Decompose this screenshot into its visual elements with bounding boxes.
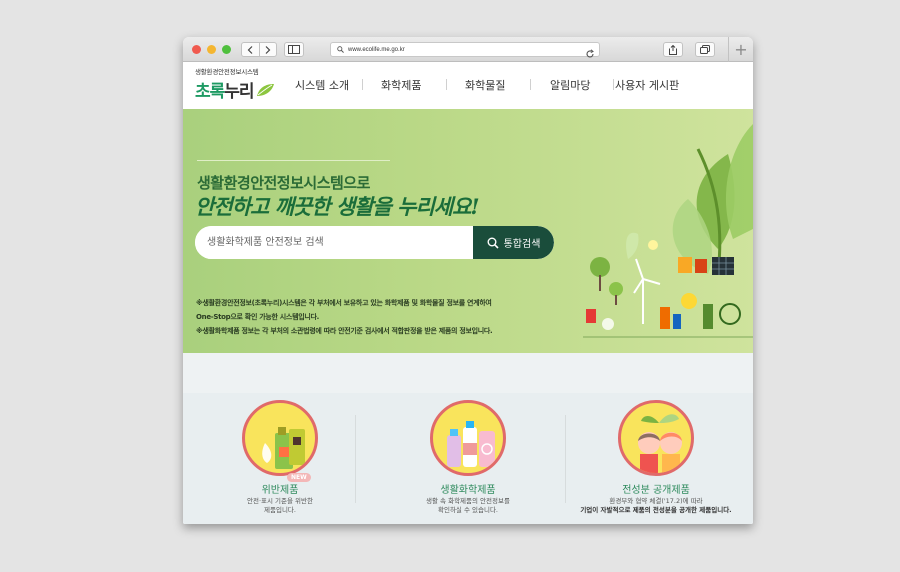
nav-item-chemical-substances[interactable]: 화학물질 <box>465 77 505 93</box>
minimize-window-button[interactable] <box>207 45 216 54</box>
leaf-icon <box>256 83 274 96</box>
logo-subtitle: 생활환경안전정보시스템 <box>195 68 259 76</box>
card-description: 안전·표시 기준을 위반한 제품입니다. <box>247 497 313 514</box>
search-button-label: 통합검색 <box>503 239 541 250</box>
tabs-icon <box>700 45 710 54</box>
card-full-ingredient-products[interactable]: 전성분 공개제품 환경부와 협약 체결('17.2)에 따라 기업이 자발적으로… <box>561 396 751 524</box>
search-input[interactable] <box>195 226 473 259</box>
section-spacer <box>183 353 753 393</box>
card-title: 위반제품 <box>261 485 299 496</box>
card-title: 생활화학제품 <box>440 485 496 496</box>
close-window-button[interactable] <box>192 45 201 54</box>
hero-slogan: 안전하고 깨끗한 생활을 누리세요! <box>195 194 480 219</box>
card-violation-products[interactable]: NEW 위반제품 안전·표시 기준을 위반한 제품입니다. <box>185 396 375 524</box>
card-description: 환경부와 협약 체결('17.2)에 따라 기업이 자발적으로 제품의 전성분을… <box>580 497 732 514</box>
hero-note-line: ※생활환경안전정보(초록누리)시스템은 각 부처에서 보유하고 있는 화학제품 … <box>196 299 492 307</box>
show-tabs-button[interactable] <box>695 42 715 57</box>
reload-button[interactable] <box>585 44 595 63</box>
nav-item-chemical-products[interactable]: 화학제품 <box>381 77 421 93</box>
children-icon <box>638 414 682 473</box>
card-image <box>618 400 694 476</box>
url-text: www.ecolife.me.go.kr <box>348 46 405 53</box>
forward-button[interactable] <box>258 43 277 56</box>
history-nav <box>241 42 277 57</box>
sidebar-icon <box>288 45 300 54</box>
chemical-bottles-icon <box>262 427 305 469</box>
nav-divider <box>530 79 531 90</box>
address-bar[interactable]: www.ecolife.me.go.kr <box>330 42 600 58</box>
household-products-icon <box>447 421 495 467</box>
logo-text-b: 누리 <box>224 82 254 102</box>
hero-divider <box>197 160 390 161</box>
card-description: 생활 속 화학제품의 안전정보를 확인하실 수 있습니다. <box>426 497 510 514</box>
chevron-right-icon <box>265 45 271 54</box>
search-icon <box>487 237 499 249</box>
card-image <box>430 400 506 476</box>
zoom-window-button[interactable] <box>222 45 231 54</box>
browser-toolbar: www.ecolife.me.go.kr + <box>183 37 753 62</box>
chevron-left-icon <box>247 45 253 54</box>
sidebar-toggle-button[interactable] <box>284 42 304 57</box>
nav-item-system-intro[interactable]: 시스템 소개 <box>295 77 349 93</box>
nav-divider <box>362 79 363 90</box>
hero-notes: ※생활환경안전정보(초록누리)시스템은 각 부처에서 보유하고 있는 화학제품 … <box>196 296 493 338</box>
nav-divider <box>446 79 447 90</box>
eco-illustration <box>583 124 753 338</box>
hero-banner: 생활환경안전정보시스템으로 안전하고 깨끗한 생활을 누리세요! 통합검색 ※생… <box>183 109 753 353</box>
card-divider <box>355 415 356 503</box>
logo-text-a: 초록 <box>195 82 225 102</box>
hero-note-line: One-Stop으로 확인 가능한 시스템입니다. <box>196 313 319 321</box>
back-button[interactable] <box>242 43 259 56</box>
card-title: 전성분 공개제품 <box>622 485 690 496</box>
integrated-search-button[interactable]: 통합검색 <box>473 226 554 259</box>
nav-item-notice[interactable]: 알림마당 <box>550 77 590 93</box>
share-button[interactable] <box>663 42 683 57</box>
site-logo[interactable]: 생활환경안전정보시스템 초록 누리 <box>195 66 275 102</box>
search-icon <box>337 46 344 53</box>
reload-icon <box>586 49 594 58</box>
nav-divider <box>613 79 614 90</box>
plus-icon: + <box>734 40 748 59</box>
site-header: 생활환경안전정보시스템 초록 누리 시스템 소개 화학제품 화학물질 알림마당 … <box>183 62 753 109</box>
browser-window: www.ecolife.me.go.kr + 생활환경안전정보시스템 초록 누리 <box>183 37 753 524</box>
hero-note-line: ※생활화학제품 정보는 각 부처의 소관법령에 따라 안전기준 검사에서 적합판… <box>196 327 493 335</box>
nav-item-user-board[interactable]: 사용자 게시판 <box>615 77 679 93</box>
new-tab-button[interactable]: + <box>728 37 753 62</box>
share-icon <box>669 44 677 55</box>
category-section: NEW 위반제품 안전·표시 기준을 위반한 제품입니다. 생활화학제품 생활 … <box>183 353 753 524</box>
hero-title: 생활환경안전정보시스템으로 <box>197 174 370 192</box>
search-box: 통합검색 <box>195 226 554 259</box>
card-household-chemicals[interactable]: 생활화학제품 생활 속 화학제품의 안전정보를 확인하실 수 있습니다. <box>373 396 563 524</box>
card-image <box>242 400 318 476</box>
